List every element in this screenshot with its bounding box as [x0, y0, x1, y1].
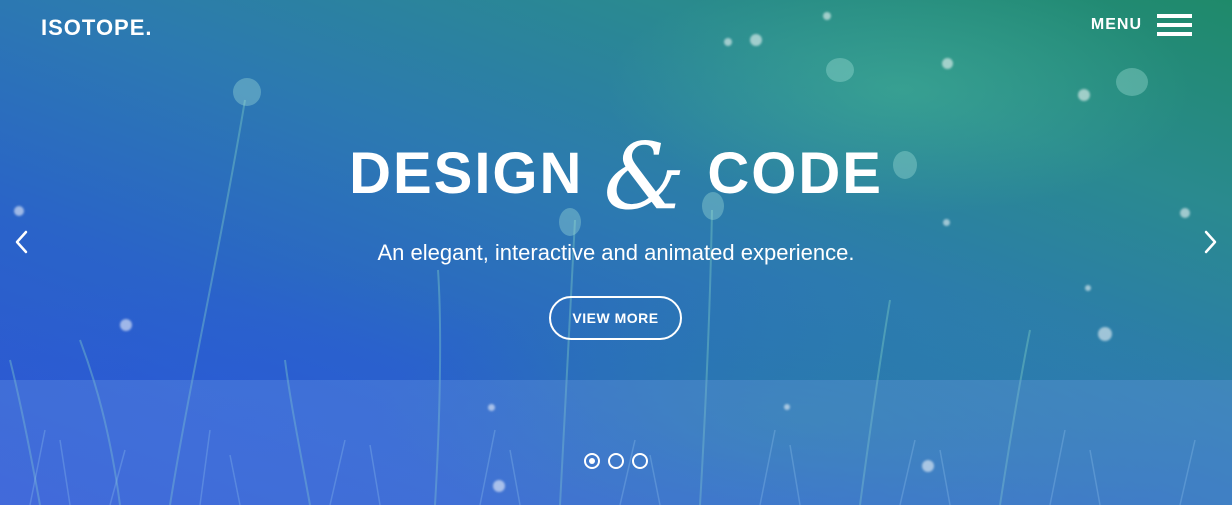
hamburger-menu-icon — [1157, 12, 1192, 38]
bokeh-dot — [1098, 327, 1112, 341]
bokeh-dot — [1078, 89, 1090, 101]
hero-headline: DESIGN & CODE — [0, 128, 1232, 223]
slide-1-indicator[interactable] — [584, 453, 600, 469]
slider-pagination — [584, 453, 648, 469]
headline-word-code: CODE — [707, 140, 883, 206]
hero-slider: ISOTOPE. MENU DESIGN & CODE An elegant, … — [0, 0, 1232, 505]
headline-ampersand: & — [603, 123, 688, 230]
bokeh-dot — [724, 38, 732, 46]
bokeh-dot — [784, 404, 790, 410]
headline-word-design: DESIGN — [349, 140, 584, 206]
menu-button[interactable]: MENU — [1091, 12, 1192, 38]
slide-3-indicator[interactable] — [632, 453, 648, 469]
view-more-button[interactable]: VIEW MORE — [549, 296, 682, 340]
bokeh-dot — [120, 319, 132, 331]
bokeh-dot — [942, 58, 953, 69]
slide-2-indicator[interactable] — [608, 453, 624, 469]
bokeh-dot — [922, 460, 934, 472]
bokeh-dot — [823, 12, 831, 20]
site-logo[interactable]: ISOTOPE. — [41, 15, 153, 41]
hero-tagline: An elegant, interactive and animated exp… — [377, 240, 855, 265]
menu-label: MENU — [1090, 16, 1142, 33]
bokeh-dot — [488, 404, 495, 411]
bokeh-dot — [943, 219, 950, 226]
bokeh-dot — [750, 34, 762, 46]
bokeh-dot — [1085, 285, 1091, 291]
bokeh-dot — [493, 480, 505, 492]
